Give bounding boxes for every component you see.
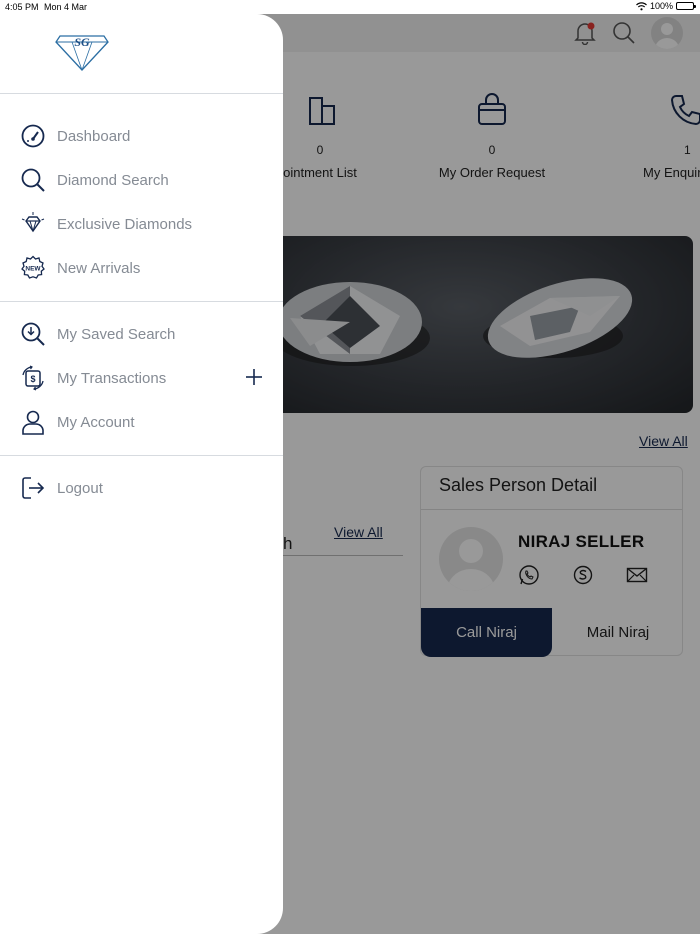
menu-item-diamond-search[interactable]: Diamond Search [0, 162, 283, 198]
status-right: 100% [636, 1, 696, 11]
transactions-icon: $ [20, 365, 46, 391]
menu-label: My Account [57, 413, 135, 431]
logo-text: SG [74, 35, 90, 49]
sg-logo[interactable]: SG [52, 32, 112, 77]
menu-label: My Saved Search [57, 325, 176, 343]
menu-label: Exclusive Diamonds [57, 215, 193, 233]
menu-item-logout[interactable]: Logout [0, 470, 283, 506]
drawer-divider [0, 93, 283, 94]
menu-item-my-account[interactable]: My Account [0, 404, 283, 440]
drawer-divider [0, 301, 283, 302]
menu-item-my-transactions[interactable]: $ My Transactions [0, 360, 283, 396]
new-badge-icon: NEW [20, 255, 46, 281]
navigation-drawer: SG Dashboard Diamond Search Exclusive Di… [0, 14, 283, 934]
drawer-divider [0, 455, 283, 456]
diamond-icon [20, 211, 46, 237]
menu-label: Logout [57, 479, 103, 497]
saved-search-icon [20, 321, 46, 347]
user-icon [20, 409, 46, 435]
expand-plus-icon[interactable] [244, 367, 264, 387]
menu-label: New Arrivals [57, 259, 141, 277]
menu-label: My Transactions [57, 369, 167, 387]
new-badge-text: NEW [25, 266, 41, 273]
status-date: Mon 4 Mar [44, 2, 88, 12]
diamond-logo-icon: SG [55, 35, 109, 71]
menu-label: Diamond Search [57, 171, 169, 189]
menu-item-dashboard[interactable]: Dashboard [0, 118, 283, 154]
search-icon [20, 167, 46, 193]
currency-symbol: $ [30, 374, 35, 384]
speedometer-icon [20, 123, 46, 149]
menu-item-my-saved-search[interactable]: My Saved Search [0, 316, 283, 352]
menu-label: Dashboard [57, 127, 131, 145]
status-bar: 4:05 PM Mon 4 Mar 100% [0, 0, 700, 14]
battery-icon [676, 2, 696, 10]
menu-item-exclusive-diamonds[interactable]: Exclusive Diamonds [0, 206, 283, 242]
status-time: 4:05 PM [5, 2, 39, 12]
logout-icon [20, 475, 46, 501]
menu-item-new-arrivals[interactable]: NEW New Arrivals [0, 250, 283, 286]
wifi-icon [636, 1, 647, 10]
battery-percent: 100% [649, 1, 673, 11]
